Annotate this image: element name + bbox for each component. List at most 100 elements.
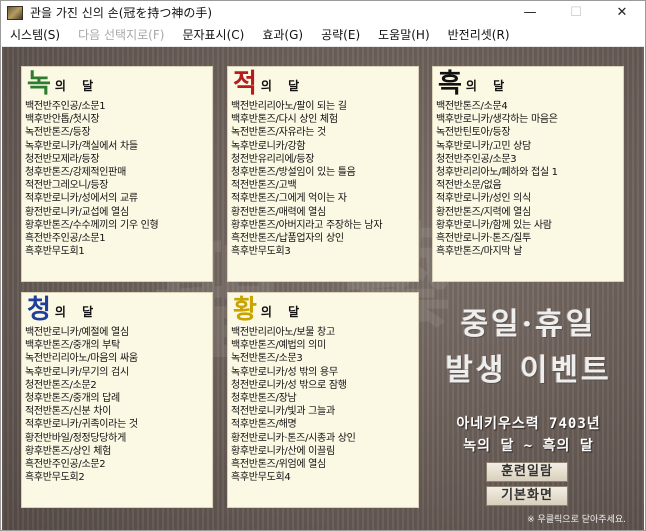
menu-effects[interactable]: 효과(G) [253, 24, 312, 46]
event-line: 녹후반로니카/성 밖의 용무 [231, 366, 338, 378]
event-line: 녹전반톤즈/등장 [25, 127, 91, 139]
event-line: 청전반톤즈/소문2 [25, 379, 97, 391]
event-line: 적후반톤즈/그에게 억이는 자 [231, 193, 347, 205]
event-line: 백후반로니카/생각하는 마음은 [436, 114, 558, 126]
close-button[interactable]: ✕ [599, 1, 645, 24]
month-card-green: 녹 의 달 백전반주인공/소문1 백후반안톱/첫시장 녹전반톤즈/등장 녹후반로… [21, 66, 213, 282]
event-line: 황전반톤즈/매력에 열심 [231, 206, 326, 218]
month-initial: 적 [233, 69, 257, 99]
event-line: 흑후반무도회4 [231, 472, 291, 484]
event-line: 흑후반톤즈/마지막 날 [436, 246, 523, 258]
event-line: 적후반로니카/성인 의식 [436, 193, 531, 205]
app-window: 관을 가진 신의 손(冠を持つ神の手) — ☐ ✕ 시스템(S) 다음 선택지로… [0, 0, 646, 531]
event-line: 황후반톤즈/상인 체험 [25, 445, 112, 457]
card-heading: 녹 의 달 [27, 68, 99, 98]
event-line: 백전반리리아노/팔이 되는 길 [231, 101, 347, 112]
event-line: 흑후반무도회3 [231, 246, 291, 258]
event-list: 백전반리리아노/팔이 되는 길 백후반톤즈/다시 상인 체험 녹전반톤즈/자유라… [231, 100, 415, 258]
month-suffix: 의 달 [260, 305, 306, 319]
event-line: 흑전반톤즈/납품업자의 상인 [231, 232, 344, 244]
event-line: 녹전반톤즈/자유라는 것 [231, 127, 326, 139]
event-line: 청전반주인공/소문3 [436, 153, 517, 165]
window-title-text: 관을 가진 신의 손(冠を持つ神の手) [30, 6, 213, 20]
minimize-button[interactable]: — [507, 1, 553, 24]
event-line: 적전반소문/없음 [436, 180, 502, 192]
month-initial: 청 [27, 295, 51, 325]
menu-help[interactable]: 도움말(H) [369, 24, 439, 46]
month-card-black: 흑 의 달 백전반톤즈/소문4 백후반로니카/생각하는 마음은 녹전반틴토아/등… [432, 66, 624, 282]
month-range: 녹의 달 ~ 흑의 달 [463, 438, 594, 454]
month-card-blue: 청 의 달 백전반로니카/예절에 열심 백후반톤즈/중개의 부탁 녹전반리리아노… [21, 292, 213, 508]
event-line: 청전반모제라/등장 [25, 153, 100, 165]
event-line: 백후반톤즈/다시 상인 체험 [231, 114, 338, 126]
menu-next-choice[interactable]: 다음 선택지로(F) [69, 24, 173, 46]
event-line: 백전반톤즈/소문4 [436, 101, 508, 112]
menu-system[interactable]: 시스템(S) [1, 24, 69, 46]
event-line: 녹전반리리아노/마음의 싸움 [25, 353, 138, 365]
event-line: 청전반유리리에/등장 [231, 153, 315, 165]
side-info-panel: 중일·휴일 발생 이벤트 아네키우스력 7403년 녹의 달 ~ 흑의 달 훈련… [416, 299, 641, 529]
occurring-events-heading: 발생 이벤트 [445, 353, 612, 388]
event-line: 황후반로니카/함께 있는 사람 [436, 219, 552, 231]
event-line: 흑후반무도회1 [25, 246, 85, 258]
event-line: 백전반로니카/예절에 열심 [25, 327, 129, 338]
window-title: 관을 가진 신의 손(冠を持つ神の手) [30, 4, 212, 21]
event-line: 청전반로니카/성 밖으로 잠행 [231, 379, 347, 391]
main-screen-button[interactable]: 기본화면 [486, 486, 568, 506]
event-line: 녹전반톤즈/소문3 [231, 353, 303, 365]
event-line: 백후반안톱/첫시장 [25, 114, 100, 126]
event-line: 황후반톤즈/수수께끼의 기우 인형 [25, 219, 159, 231]
event-line: 황전반로니카·톤즈/시종과 상인 [231, 432, 356, 444]
event-line: 적전반로니카/빛과 그늘과 [231, 406, 335, 418]
game-screen: 聖 藝 녹 의 달 백전반주인공/소문1 백후반안톱/첫시장 녹전반톤즈/등장 … [2, 47, 644, 530]
training-list-button[interactable]: 훈련일람 [486, 462, 568, 482]
event-line: 녹후반로니카/강함 [231, 140, 306, 152]
event-line: 황후반로니카/산에 이끌림 [231, 445, 335, 457]
event-line: 적후반로니카/성에서의 교류 [25, 193, 138, 205]
event-line: 흑후반무도회2 [25, 472, 85, 484]
event-line: 청후반톤즈/장남 [231, 392, 297, 404]
event-line: 적후반로니카/귀족이라는 것 [25, 419, 138, 431]
menu-reversal-reset[interactable]: 반전리셋(R) [439, 24, 519, 46]
event-line: 흑전반주인공/소문2 [25, 458, 106, 470]
menu-walkthrough[interactable]: 공략(E) [312, 24, 369, 46]
event-line: 적전반톤즈/고백 [231, 180, 297, 192]
month-initial: 녹 [27, 69, 51, 99]
event-line: 황전반바일/정정당당하게 [25, 432, 126, 444]
calendar-year: 아네키우스력 7403년 [456, 416, 601, 432]
month-card-yellow: 황 의 달 백전반리리아노/보물 창고 백후반톤즈/예법의 의미 녹전반톤즈/소… [227, 292, 419, 508]
event-list: 백전반리리아노/보물 창고 백후반톤즈/예법의 의미 녹전반톤즈/소문3 녹후반… [231, 326, 415, 484]
month-card-red: 적 의 달 백전반리리아노/팔이 되는 길 백후반톤즈/다시 상인 체험 녹전반… [227, 66, 419, 282]
month-initial: 흑 [438, 69, 462, 99]
event-line: 황전반로니카/교섭에 열심 [25, 206, 129, 218]
event-line: 녹후반로니카/객실에서 차들 [25, 140, 138, 152]
menu-bar: 시스템(S) 다음 선택지로(F) 문자표시(C) 효과(G) 공략(E) 도움… [1, 24, 645, 47]
event-line: 흑전반로니카·톤즈/질투 [436, 232, 531, 244]
app-icon[interactable] [7, 5, 23, 20]
event-line: 청후반톤즈/강제적인판매 [25, 166, 126, 178]
event-line: 녹후반로니카/무기의 검시 [25, 366, 129, 378]
card-heading: 적 의 달 [233, 68, 305, 98]
event-line: 녹전반틴토아/등장 [436, 127, 511, 139]
menu-text-display[interactable]: 문자표시(C) [173, 24, 253, 46]
minimize-icon: — [523, 5, 537, 20]
event-line: 청후반리리아노/페하와 접실 1 [436, 166, 558, 178]
month-suffix: 의 달 [465, 79, 511, 93]
month-suffix: 의 달 [54, 305, 100, 319]
event-line: 녹후반로니카/고민 상담 [436, 140, 531, 152]
month-suffix: 의 달 [54, 79, 100, 93]
event-line: 황후반톤즈/아버지라고 주장하는 남자 [231, 219, 383, 231]
weekday-holiday-heading: 중일·휴일 [460, 307, 597, 342]
event-line: 백후반톤즈/예법의 의미 [231, 340, 326, 352]
card-heading: 흑 의 달 [438, 68, 510, 98]
close-icon: ✕ [616, 5, 628, 20]
month-initial: 황 [233, 295, 257, 325]
event-line: 적후반톤즈/해명 [231, 419, 297, 431]
event-line: 흑전반톤즈/위엄에 열심 [231, 458, 326, 470]
event-line: 백후반톤즈/중개의 부탁 [25, 340, 120, 352]
maximize-button[interactable]: ☐ [553, 1, 599, 24]
title-bar[interactable]: 관을 가진 신의 손(冠を持つ神の手) — ☐ ✕ [1, 1, 645, 24]
event-line: 청후반톤즈/방설임이 있는 틀음 [231, 166, 356, 178]
month-suffix: 의 달 [260, 79, 306, 93]
card-heading: 청 의 달 [27, 294, 99, 324]
